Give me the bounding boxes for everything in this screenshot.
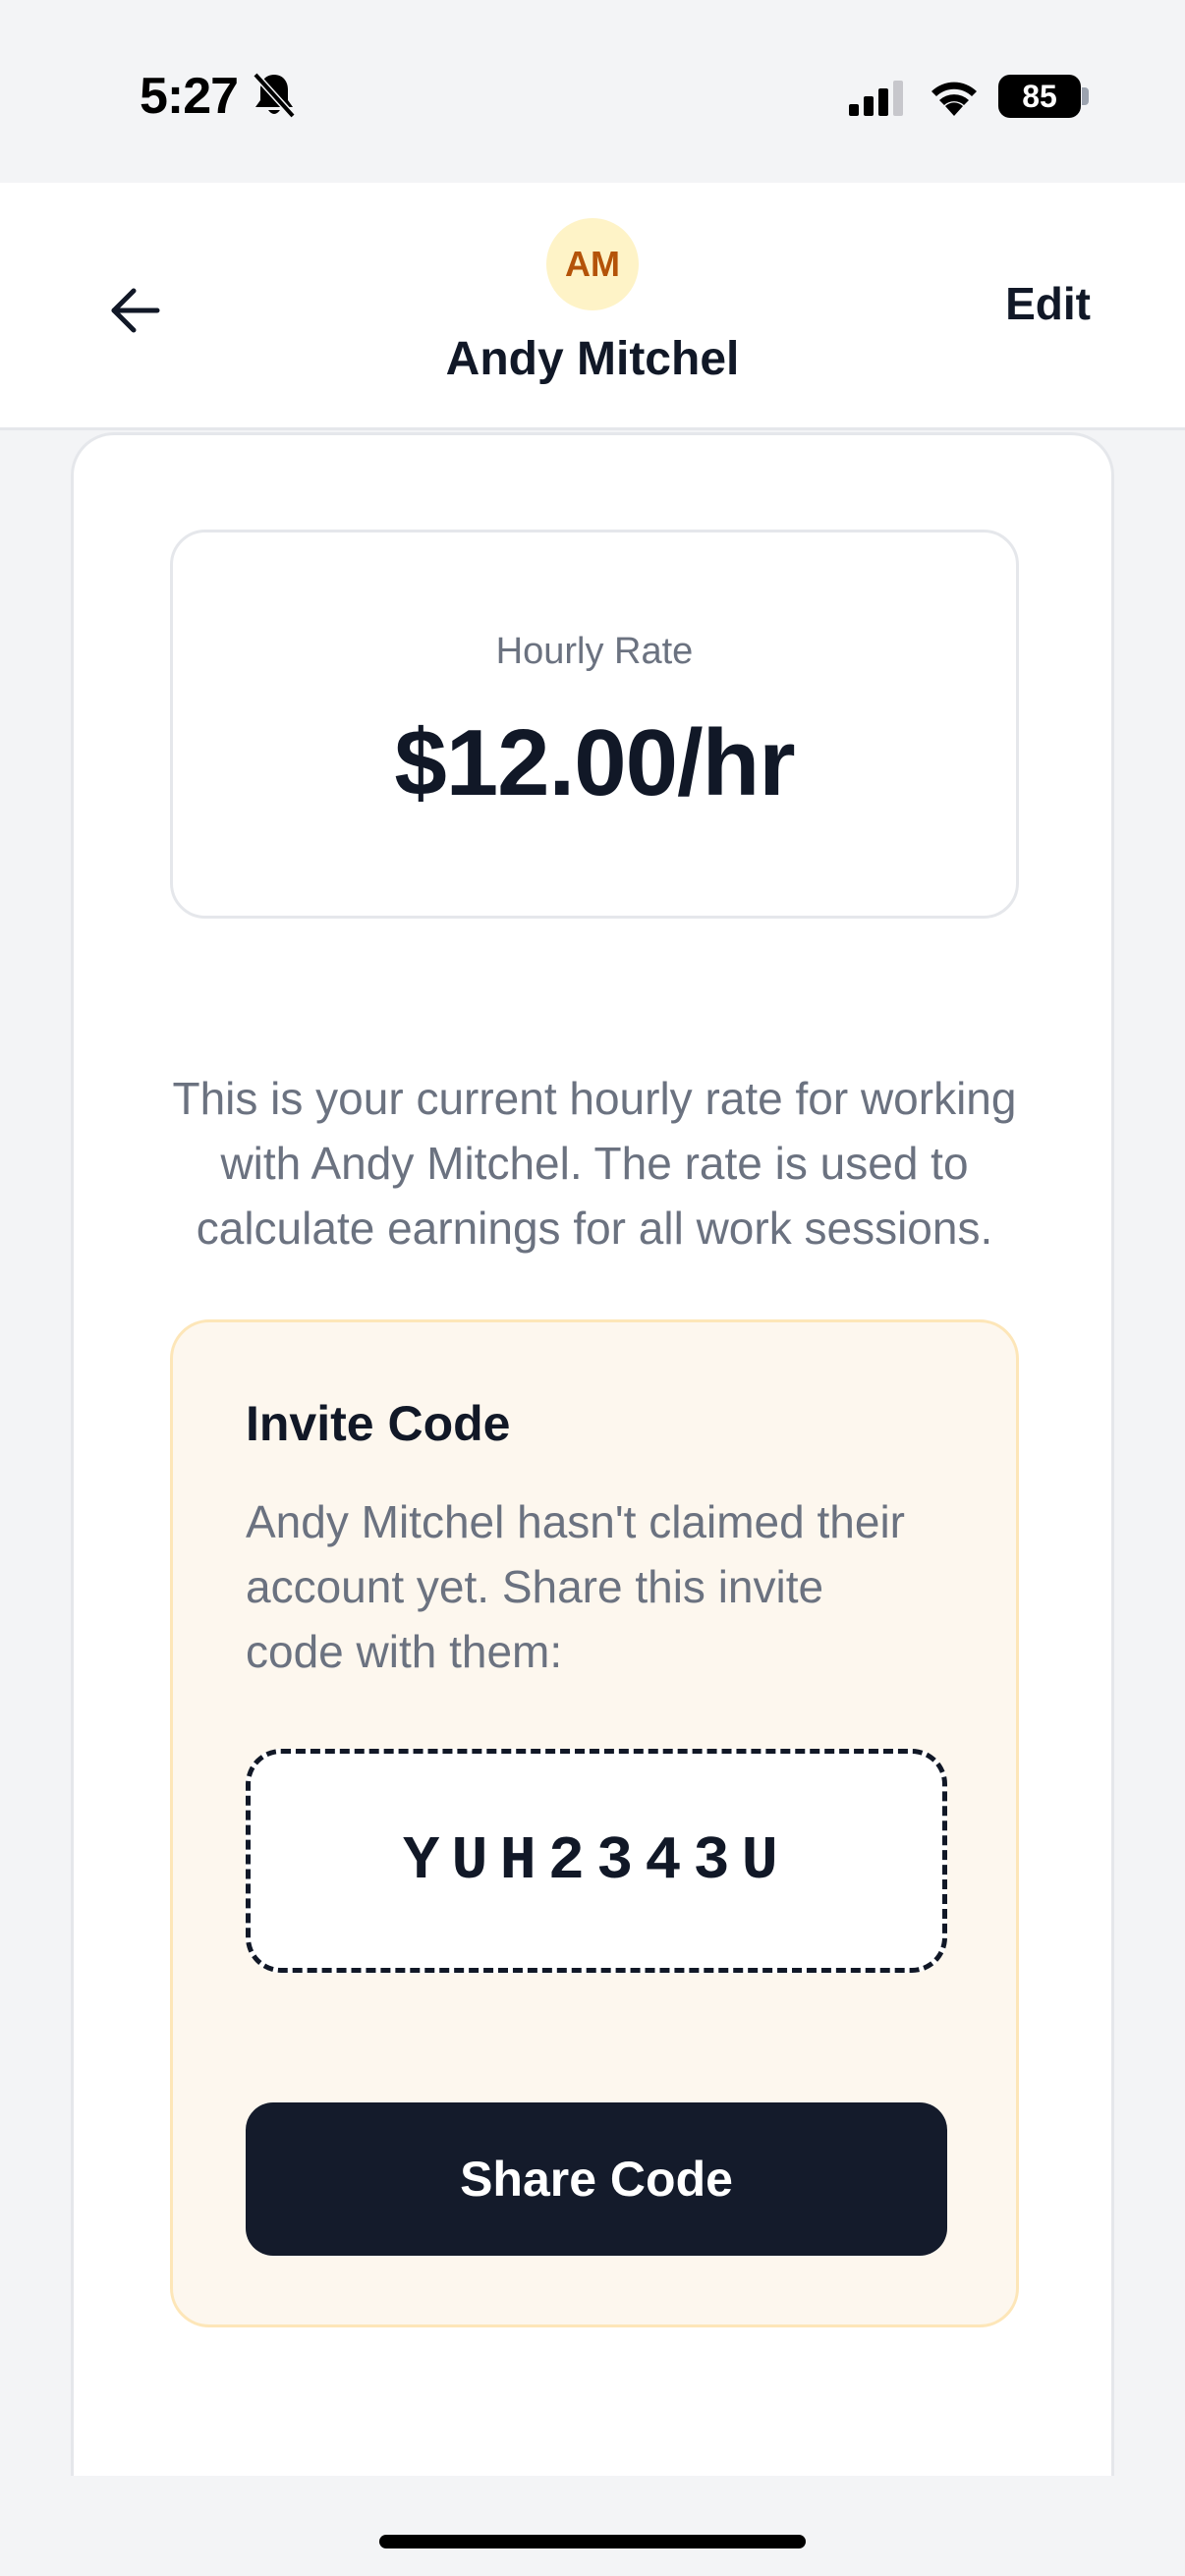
- hourly-rate-value: $12.00/hr: [394, 710, 795, 815]
- avatar: AM: [546, 218, 639, 310]
- share-code-button[interactable]: Share Code: [246, 2102, 947, 2256]
- main-card: Hourly Rate $12.00/hr This is your curre…: [71, 432, 1114, 2476]
- arrow-left-icon: [111, 288, 160, 333]
- page-title: Andy Mitchel: [445, 333, 740, 385]
- invite-code-description: Andy Mitchel hasn't claimed their accoun…: [246, 1496, 905, 1677]
- status-bar: 5:27 85: [0, 0, 1185, 183]
- invite-code-box[interactable]: YUH2343U: [246, 1749, 947, 1973]
- invite-code-card: Invite Code Andy Mitchel hasn't claimed …: [170, 1319, 1019, 2327]
- invite-code-title: Invite Code: [246, 1396, 511, 1451]
- rate-description: This is your current hourly rate for wor…: [172, 1073, 1017, 1254]
- edit-button[interactable]: Edit: [1005, 277, 1091, 330]
- home-indicator: [379, 2535, 806, 2548]
- invite-code-value: YUH2343U: [403, 1825, 790, 1896]
- status-time: 5:27: [140, 68, 239, 125]
- hourly-rate-box: Hourly Rate $12.00/hr: [170, 530, 1019, 919]
- wifi-icon: [931, 82, 977, 116]
- bell-slash-icon: [253, 72, 296, 119]
- hourly-rate-label: Hourly Rate: [495, 631, 694, 672]
- battery-tip: [1082, 87, 1089, 105]
- cellular-signal-icon: [849, 81, 903, 116]
- battery-icon: 85: [998, 75, 1081, 118]
- profile-header: AM Andy Mitchel Edit: [0, 183, 1185, 430]
